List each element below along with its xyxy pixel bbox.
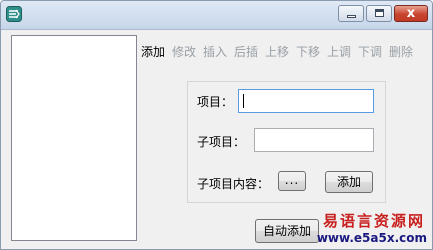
toolbar-move-up[interactable]: 上移: [265, 43, 289, 60]
maximize-button[interactable]: [366, 5, 392, 22]
minimize-button[interactable]: [338, 5, 364, 22]
app-icon: [6, 6, 22, 22]
add-subitem-button[interactable]: 添加: [325, 171, 373, 193]
item-label: 项目：: [197, 95, 234, 109]
item-input[interactable]: [238, 89, 374, 113]
browse-button[interactable]: ...: [278, 171, 306, 191]
toolbar-insert[interactable]: 插入: [203, 43, 227, 60]
toolbar-move-down[interactable]: 下移: [296, 43, 320, 60]
maximize-icon: [375, 9, 384, 17]
watermark-text: 易语言资源网: [322, 212, 425, 230]
auto-add-button[interactable]: 自动添加: [255, 219, 319, 243]
browse-button-label: ...: [284, 173, 300, 187]
toolbar-delete[interactable]: 删除: [389, 43, 413, 60]
item-form-group: 项目： 子项目： 子项目内容： ... 添加: [187, 81, 386, 203]
toolbar-add[interactable]: 添加: [141, 43, 165, 60]
toolbar-level-up[interactable]: 上调: [327, 43, 351, 60]
item-listbox[interactable]: [11, 35, 137, 241]
add-subitem-button-label: 添加: [336, 175, 361, 189]
subitem-content-label: 子项目内容：: [197, 177, 270, 191]
watermark-url: www.e5a5x.com: [316, 231, 427, 245]
toolbar-modify[interactable]: 修改: [172, 43, 196, 60]
close-button[interactable]: x: [394, 5, 428, 22]
title-bar[interactable]: x: [1, 1, 432, 30]
text-caret: [243, 94, 244, 108]
auto-add-button-label: 自动添加: [262, 224, 311, 238]
subitem-input[interactable]: [254, 128, 374, 152]
subitem-label: 子项目：: [197, 135, 246, 149]
main-window: x 添加 修改 插入 后插 上移 下移 上调 下调 删除 项目： 子项目： 子项…: [0, 0, 433, 250]
toolbar-insert-after[interactable]: 后插: [234, 43, 258, 60]
minimize-icon: [347, 15, 356, 18]
watermark: 易语言资源网 www.e5a5x.com: [316, 210, 431, 248]
close-icon: x: [406, 6, 416, 21]
toolbar-level-down[interactable]: 下调: [358, 43, 382, 60]
